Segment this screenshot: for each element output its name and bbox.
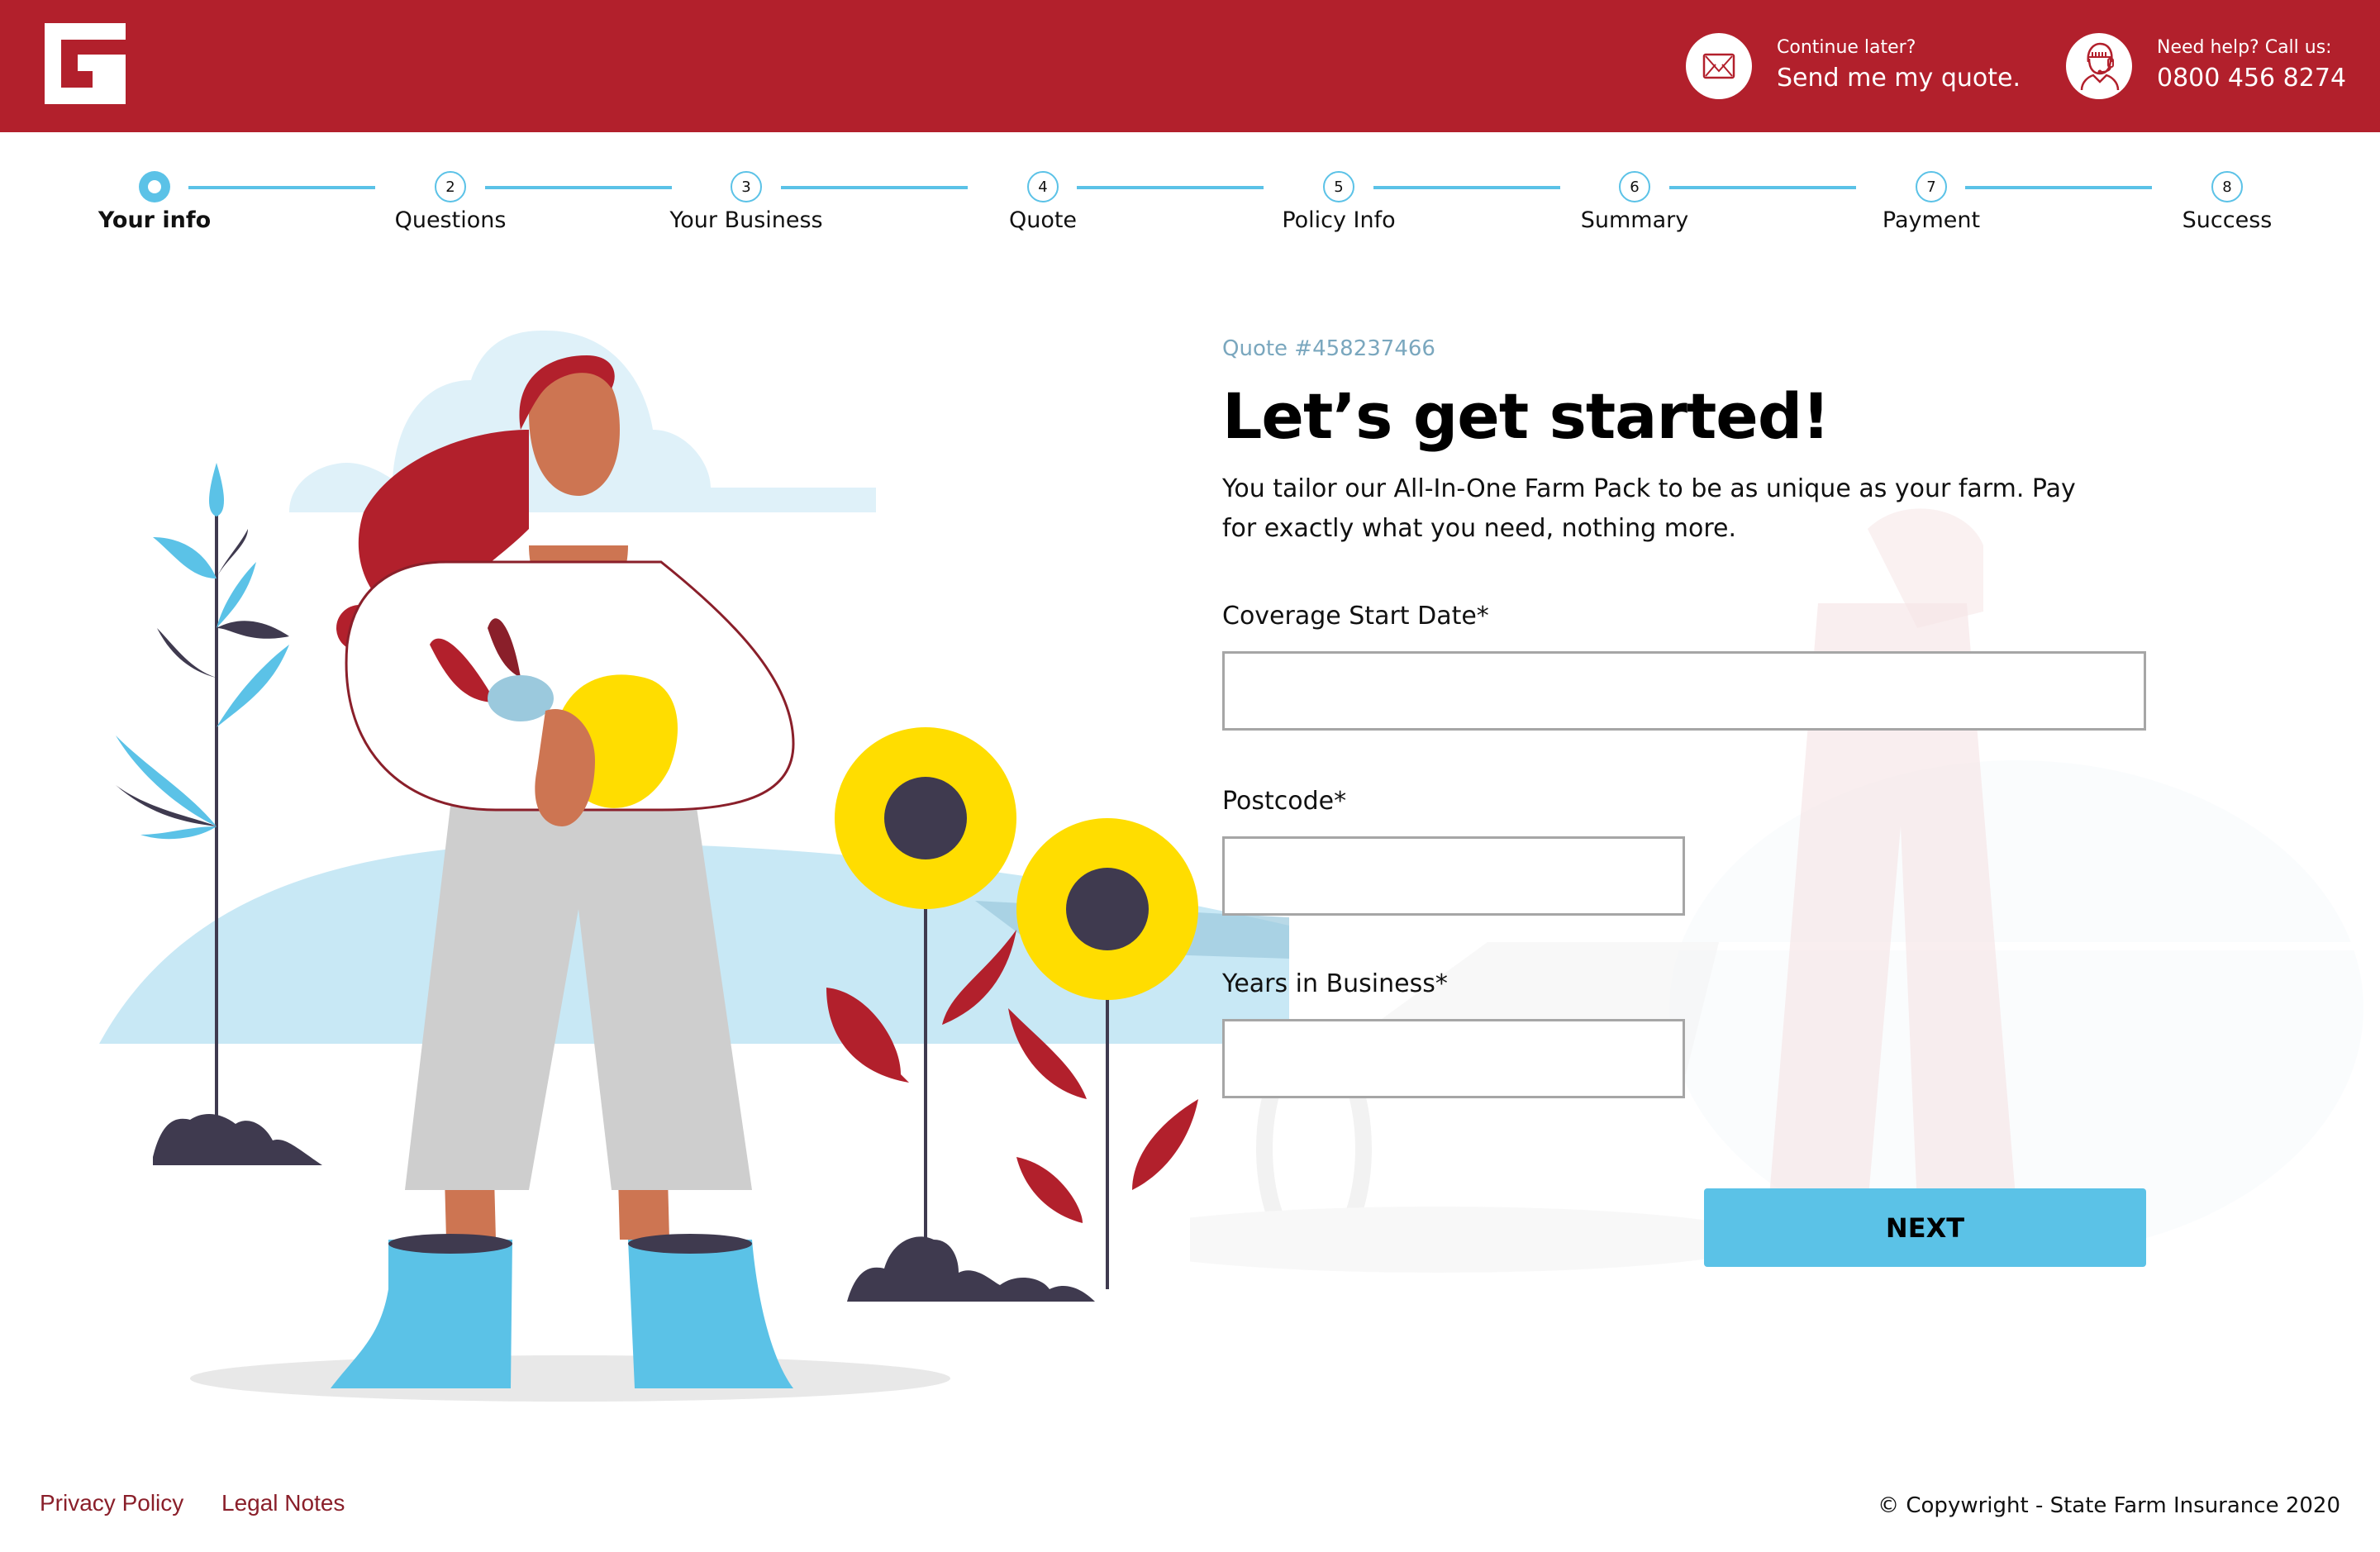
- postcode-input[interactable]: [1222, 836, 1685, 916]
- quote-number: Quote #458237466: [1222, 336, 1435, 361]
- step-number: 4: [1027, 171, 1059, 202]
- farmer-woman-illustration: [99, 331, 1289, 1402]
- brand-logo-icon[interactable]: [45, 23, 126, 104]
- postcode-field-group: Postcode*: [1222, 785, 1685, 916]
- step-number: 8: [2211, 171, 2243, 202]
- step-your-business[interactable]: 3 Your Business: [647, 171, 845, 233]
- step-your-info[interactable]: Your info: [55, 171, 254, 233]
- step-payment[interactable]: 7 Payment: [1832, 171, 2030, 233]
- step-label: Your info: [98, 207, 212, 233]
- step-number: 6: [1619, 171, 1650, 202]
- step-number: 5: [1323, 171, 1354, 202]
- step-current-indicator: [139, 171, 170, 202]
- page-title: Let’s get started!: [1222, 379, 1830, 453]
- coverage-start-date-input[interactable]: [1222, 651, 2146, 731]
- copyright-text: © Copywright - State Farm Insurance 2020: [1878, 1493, 2340, 1518]
- continue-later-label: Continue later?: [1777, 37, 1916, 58]
- send-quote-text[interactable]: Send me my quote.: [1777, 60, 2021, 97]
- send-quote-link[interactable]: Continue later? Send me my quote.: [1686, 31, 2021, 101]
- support-icon-circle: [2066, 33, 2132, 99]
- postcode-label: Postcode*: [1222, 787, 1347, 816]
- step-number: 7: [1916, 171, 1947, 202]
- step-policy-info[interactable]: 5 Policy Info: [1240, 171, 1438, 233]
- support-agent-icon: [2080, 42, 2120, 91]
- call-help-block[interactable]: Need help? Call us: 0800 456 8274: [2066, 31, 2346, 101]
- step-summary[interactable]: 6 Summary: [1535, 171, 1734, 233]
- years-in-business-field-group: Years in Business*: [1222, 968, 1685, 1098]
- coverage-start-date-label: Coverage Start Date*: [1222, 602, 1489, 631]
- step-label: Success: [2182, 207, 2273, 233]
- top-header: Continue later? Send me my quote. Need h…: [0, 0, 2380, 132]
- blue-leaf-plant: [116, 463, 322, 1165]
- intro-text: You tailor our All-In-One Farm Pack to b…: [1222, 474, 2076, 543]
- step-quote[interactable]: 4 Quote: [944, 171, 1142, 233]
- privacy-policy-link[interactable]: Privacy Policy: [40, 1490, 183, 1516]
- step-label: Payment: [1882, 207, 1981, 233]
- years-in-business-label: Years in Business*: [1222, 969, 1448, 998]
- next-button[interactable]: NEXT: [1704, 1188, 2146, 1267]
- step-label: Quote: [1008, 207, 1078, 233]
- years-in-business-input[interactable]: [1222, 1019, 1685, 1098]
- step-label: Questions: [394, 207, 507, 233]
- envelope-icon: [1702, 53, 1735, 79]
- step-questions[interactable]: 2 Questions: [351, 171, 550, 233]
- phone-number[interactable]: 0800 456 8274: [2157, 60, 2346, 97]
- envelope-icon-circle: [1686, 33, 1752, 99]
- step-number: 3: [731, 171, 762, 202]
- step-label: Summary: [1580, 207, 1689, 233]
- coverage-start-date-field-group: Coverage Start Date*: [1222, 600, 2146, 731]
- step-label: Your Business: [669, 207, 823, 233]
- legal-notes-link[interactable]: Legal Notes: [221, 1490, 345, 1516]
- quote-form: Quote #458237466 Let’s get started! You …: [1222, 331, 2148, 1267]
- step-label: Policy Info: [1282, 207, 1396, 233]
- step-number: 2: [435, 171, 466, 202]
- step-success[interactable]: 8 Success: [2128, 171, 2326, 233]
- need-help-label: Need help? Call us:: [2157, 37, 2332, 58]
